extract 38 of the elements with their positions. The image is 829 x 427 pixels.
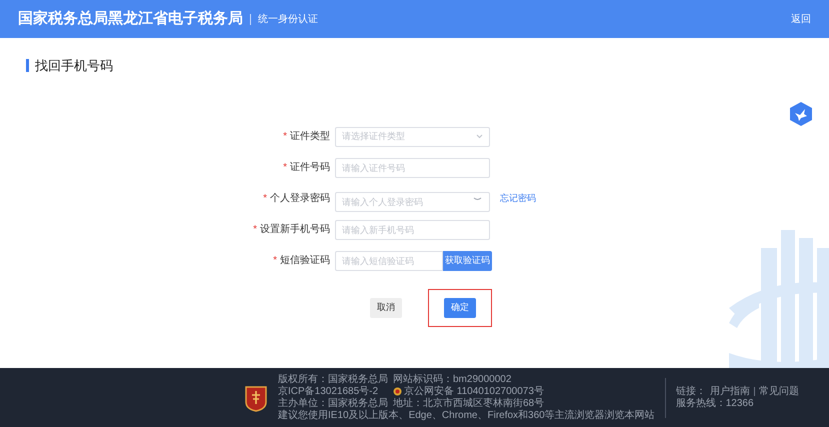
footer-text: 地址：北京市西城区枣林南街68号 — [393, 398, 544, 410]
get-code-button[interactable]: 获取验证码 — [443, 250, 492, 270]
footer-text: 建议您使用IE10及以上版本、Edge、Chrome、Firefox和360等主流浏览器浏览本网站 — [278, 410, 655, 422]
forgot-password-link[interactable]: 忘记密码 — [500, 192, 536, 206]
service-hotline: 服务热线：12366 — [676, 398, 755, 410]
footer-link[interactable]: 常见问题 — [758, 386, 799, 398]
field-label: 证件号码 — [290, 161, 330, 175]
input-field[interactable]: 请输入短信验证码 — [335, 250, 443, 270]
footer-link[interactable]: 用户指南 — [710, 386, 750, 398]
required-mark: * — [283, 161, 287, 175]
field-label: 个人登录密码 — [270, 192, 330, 206]
required-mark: * — [283, 130, 287, 144]
links-label: 链接： — [676, 386, 706, 398]
hexagon-bird-icon[interactable] — [789, 101, 813, 127]
input-field[interactable]: 请输入证件号码 — [335, 158, 490, 178]
site-title: 国家税务总局黑龙江省电子税务局 — [18, 8, 243, 29]
field-label: 短信验证码 — [280, 254, 330, 268]
password-field[interactable]: 请输入个人登录密码 — [335, 192, 490, 212]
chevron-down-icon — [476, 134, 483, 139]
closed-eye-icon[interactable] — [473, 196, 482, 200]
police-badge-icon — [393, 387, 402, 396]
footer-text: 京ICP备13021685号-2 — [278, 386, 378, 398]
required-mark: * — [263, 192, 267, 206]
back-link[interactable]: 返回 — [791, 12, 811, 26]
required-mark: * — [253, 223, 257, 237]
page-title: 找回手机号码 — [35, 57, 113, 75]
footer-text: 网站标识码：bm29000002 — [393, 374, 512, 386]
footer-text: 版权所有：国家税务总局 — [278, 374, 388, 386]
required-mark: * — [273, 254, 277, 268]
tax-emblem-icon — [244, 384, 268, 412]
input-field[interactable]: 请输入新手机号码 — [335, 220, 490, 240]
site-subtitle: 统一身份认证 — [258, 12, 318, 26]
footer-text: 京公网安备 11040102700073号 — [404, 386, 544, 398]
field-label: 证件类型 — [290, 130, 330, 144]
cancel-button[interactable]: 取消 — [370, 298, 402, 318]
footer-text: 主办单位：国家税务总局 — [278, 398, 388, 410]
field-label: 设置新手机号码 — [260, 222, 330, 237]
confirm-button[interactable]: 确定 — [444, 298, 476, 318]
